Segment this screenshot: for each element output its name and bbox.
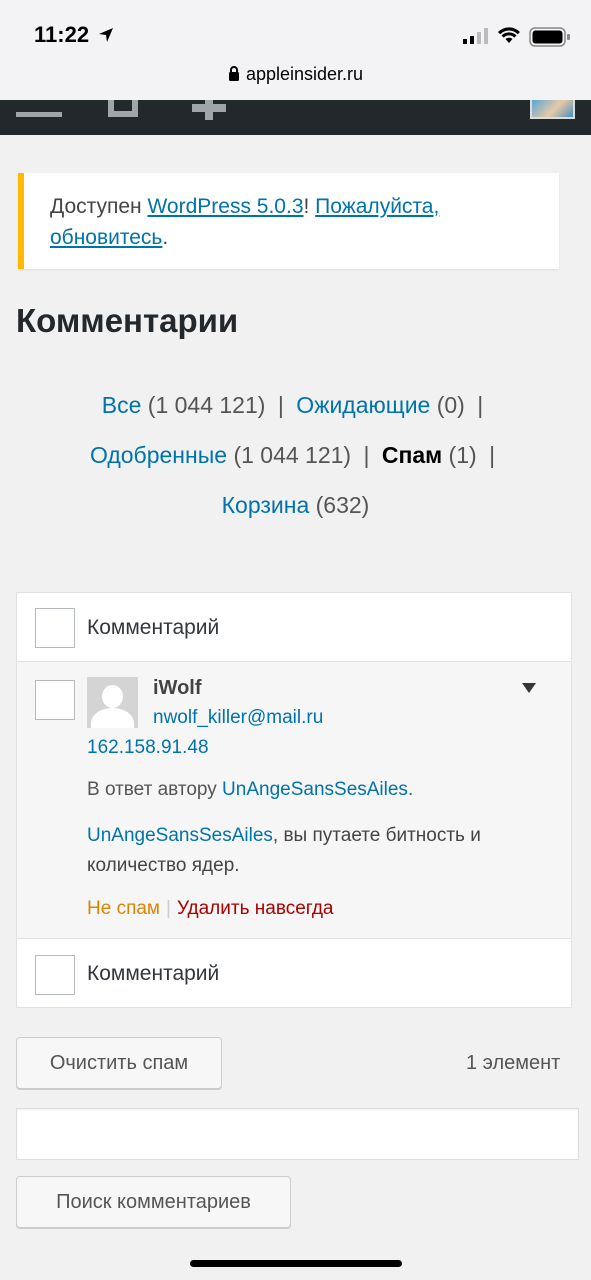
filter-row-2: Одобренные (1 044 121) | Спам (1) | (0, 442, 591, 469)
comments-table: Комментарий iWolf nwolf_killer@mail.ru 1… (16, 592, 572, 1008)
toggle-row-icon[interactable] (522, 683, 536, 693)
not-spam-link[interactable]: Не спам (87, 898, 160, 919)
filter-pending-count: (0) (436, 392, 465, 418)
filter-separator: | (363, 442, 370, 468)
comment-text: UnAngeSansSesAiles, вы путаете битность … (87, 821, 537, 881)
filter-approved[interactable]: Одобренные (90, 442, 227, 468)
action-separator: | (166, 898, 171, 919)
avatar (87, 677, 138, 728)
home-indicator[interactable] (190, 1260, 402, 1267)
filter-separator: | (277, 392, 284, 418)
address-bar[interactable]: appleinsider.ru (0, 64, 591, 85)
notice-prefix: Доступен (50, 195, 148, 218)
in-reply-suffix: . (407, 779, 414, 800)
filter-row-1: Все (1 044 121) | Ожидающие (0) | (0, 392, 591, 419)
items-count: 1 элемент (466, 1052, 561, 1074)
delete-permanently-link[interactable]: Удалить навсегда (177, 898, 334, 919)
filter-row-3: Корзина (632) (0, 492, 591, 519)
battery-icon (529, 27, 570, 47)
filter-spam-current[interactable]: Спам (382, 442, 442, 468)
search-comments-button[interactable]: Поиск комментариев (16, 1176, 291, 1228)
wordpress-version-link[interactable]: WordPress 5.0.3 (147, 195, 303, 218)
comment-author: iWolf (153, 677, 202, 699)
avatar[interactable] (530, 100, 575, 119)
cellular-signal-icon (463, 28, 488, 44)
filter-separator: | (489, 442, 496, 468)
url-text: appleinsider.ru (245, 64, 364, 84)
table-footer: Комментарий (17, 938, 571, 1007)
admin-bar (0, 100, 591, 135)
select-all-checkbox-footer[interactable] (35, 955, 75, 995)
plus-icon[interactable] (192, 100, 226, 120)
row-actions: Не спам | Удалить навсегда (87, 898, 334, 920)
location-arrow-icon (99, 28, 113, 42)
update-notice: Доступен WordPress 5.0.3! Пожалуйста, об… (18, 173, 559, 269)
filter-trash[interactable]: Корзина (222, 492, 310, 518)
filter-pending[interactable]: Ожидающие (296, 392, 430, 418)
page-title: Комментарии (16, 302, 239, 339)
wifi-icon (498, 27, 520, 43)
notice-middle: ! (303, 195, 316, 218)
status-bar: 11:22 appleinsider.ru (0, 0, 591, 100)
table-row: iWolf nwolf_killer@mail.ru 162.158.91.48… (17, 662, 571, 938)
in-reply-prefix: В ответ автору (87, 779, 223, 800)
in-reply-to: В ответ автору UnAngeSansSesAiles. (87, 779, 413, 801)
notice-suffix: . (162, 226, 169, 249)
menu-icon[interactable] (16, 100, 62, 118)
select-all-checkbox[interactable] (35, 608, 75, 648)
row-checkbox[interactable] (35, 680, 75, 720)
comment-author-ip[interactable]: 162.158.91.48 (87, 737, 209, 759)
filter-all[interactable]: Все (102, 392, 142, 418)
search-comments-input[interactable] (16, 1108, 579, 1160)
table-header: Комментарий (17, 593, 571, 662)
home-icon[interactable] (108, 100, 138, 117)
lock-icon (228, 66, 239, 81)
comment-author-email[interactable]: nwolf_killer@mail.ru (153, 707, 323, 729)
filter-all-count: (1 044 121) (147, 392, 266, 418)
filter-separator: | (477, 392, 484, 418)
filter-spam-count: (1) (448, 442, 477, 468)
column-footer-comment[interactable]: Комментарий (87, 962, 219, 986)
empty-spam-button[interactable]: Очистить спам (16, 1037, 222, 1089)
clock: 11:22 (34, 22, 90, 47)
filter-trash-count: (632) (315, 492, 370, 518)
filter-approved-count: (1 044 121) (233, 442, 352, 468)
in-reply-author-link[interactable]: UnAngeSansSesAiles (222, 779, 408, 800)
column-header-comment[interactable]: Комментарий (87, 616, 219, 640)
comment-mention-link[interactable]: UnAngeSansSesAiles (87, 825, 273, 846)
